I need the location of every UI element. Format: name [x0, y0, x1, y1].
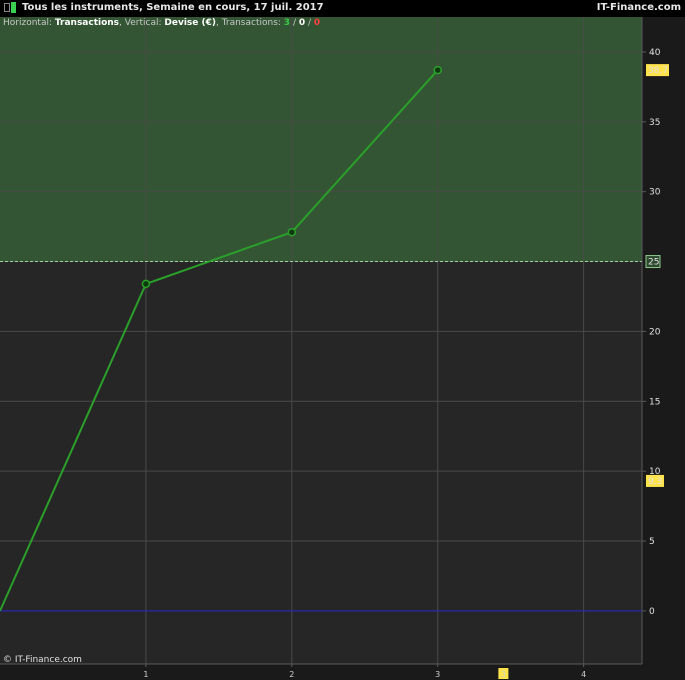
y-tick-label: 15	[649, 397, 660, 407]
y-tick-label: 0	[649, 607, 655, 617]
chart-window: 0 5 10 15 20 30 35 40 1 2 3 4 25 38,7 9,3 3 Tous les in…	[0, 0, 685, 680]
data-point	[433, 65, 442, 75]
y-tick-label: 20	[649, 327, 661, 337]
y-tick-label: 5	[649, 537, 655, 547]
horizontal-label: Horizontal:	[3, 18, 52, 28]
vertical-label: , Vertical:	[119, 18, 162, 28]
x-tick-label: 3	[435, 670, 440, 679]
x-tick-label: 1	[143, 670, 148, 679]
data-point	[141, 279, 151, 289]
x-tick-label: 4	[581, 670, 586, 679]
y-tick-label: 30	[649, 188, 661, 198]
y-axis-panel	[642, 17, 685, 664]
count-separator: /	[308, 18, 312, 28]
brand-name: IT-Finance.com	[596, 2, 681, 13]
horizontal-value: Transactions	[54, 18, 120, 28]
window-icon[interactable]	[4, 3, 10, 12]
transactions-label: , Transactions:	[215, 18, 281, 28]
axis-info-line: Horizontal: Transactions, Vertical: Devi…	[3, 18, 320, 28]
x-marker-label: 3	[501, 670, 506, 679]
y-tick-label: 35	[649, 118, 660, 128]
title-bar: Tous les instruments, Semaine en cours, …	[0, 0, 685, 17]
count-separator: /	[292, 18, 296, 28]
winning-count: 3	[283, 18, 291, 28]
profit-zone	[0, 17, 642, 262]
losing-count: 0	[313, 18, 321, 28]
vertical-value: Devise (€)	[164, 18, 216, 28]
chart-canvas[interactable]: 051015203035401 2 3 42538,79,33	[0, 0, 685, 680]
instrument-flag-icon	[11, 2, 16, 13]
marker-label: 9,3	[648, 477, 662, 487]
neutral-count: 0	[298, 18, 306, 28]
data-point	[287, 227, 297, 237]
x-tick-label: 2	[289, 670, 294, 679]
y-tick-label: 40	[649, 48, 661, 58]
copyright-note: © IT-Finance.com	[3, 655, 82, 665]
chart-title: Tous les instruments, Semaine en cours, …	[22, 2, 324, 13]
last-value-label: 38,7	[648, 66, 668, 76]
threshold-label: 25	[648, 258, 659, 268]
